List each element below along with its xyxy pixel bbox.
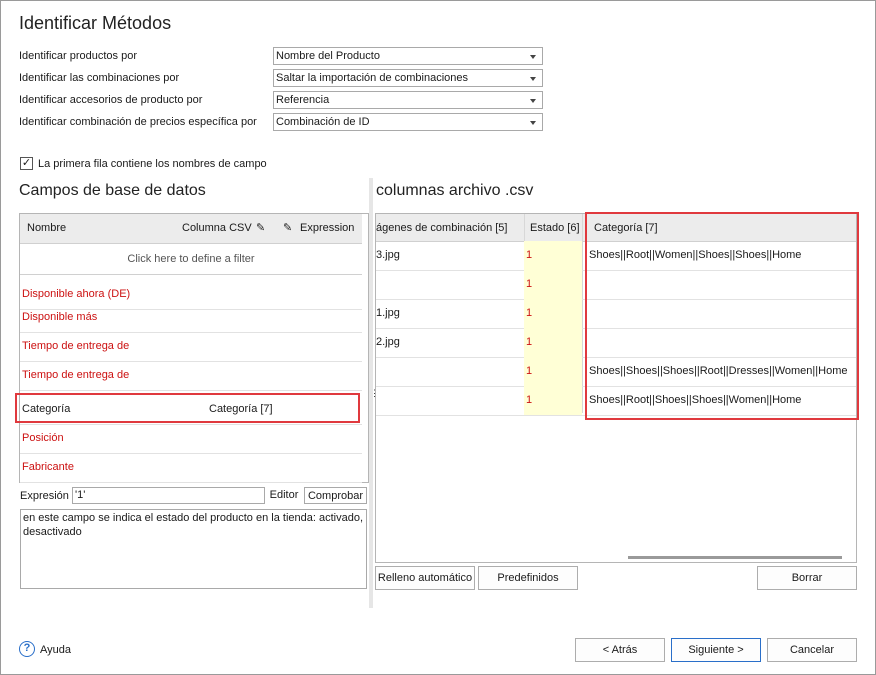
cell-estado: 1 [524, 386, 582, 415]
field-name: Tiempo de entrega de [22, 340, 130, 352]
page-title: Identificar Métodos [19, 13, 172, 33]
identify-accessories-label: Identificar accesorios de producto por [19, 94, 203, 106]
table-row[interactable]: Fabricante [20, 453, 362, 483]
expression-label: Expresión [20, 490, 69, 502]
column-header-name[interactable]: Nombre [27, 222, 66, 234]
table-row[interactable]: Tiempo de entrega de [20, 361, 362, 391]
next-button[interactable]: Siguiente > [671, 638, 761, 662]
splitter-grip-icon: ⋮ [370, 388, 379, 400]
checkmark-icon: ✓ [21, 157, 32, 169]
help-icon[interactable]: ? [19, 641, 35, 657]
filter-row[interactable]: Click here to define a filter [20, 244, 362, 275]
identify-products-label: Identificar productos por [19, 50, 138, 62]
description-textarea[interactable]: en este campo se indica el estado del pr… [20, 509, 367, 589]
field-name: Disponible ahora (DE) [22, 288, 131, 300]
identify-products-value: Nombre del Producto [276, 50, 380, 62]
csv-columns-title: columnas archivo .csv [376, 182, 534, 199]
identify-combinations-label: Identificar las combinaciones por [19, 72, 180, 84]
check-button[interactable]: Comprobar [304, 487, 367, 504]
column-header-estado[interactable]: Estado [6] [530, 222, 580, 234]
back-button[interactable]: < Atrás [575, 638, 665, 662]
identify-combinations-value: Saltar la importación de combinaciones [276, 72, 468, 84]
identify-specific-price-select[interactable]: Combinación de ID [273, 113, 543, 131]
identify-products-select[interactable]: Nombre del Producto [273, 47, 543, 65]
column-header-expression[interactable]: Expression [300, 222, 354, 234]
cell-estado: 1 [524, 270, 582, 299]
dropdown-arrow-icon [530, 55, 536, 59]
database-fields-title: Campos de base de datos [19, 182, 206, 199]
horizontal-scrollbar[interactable] [628, 556, 842, 559]
identify-specific-price-value: Combinación de ID [276, 116, 370, 128]
cell-estado: 1 [524, 328, 582, 357]
dropdown-arrow-icon [530, 99, 536, 103]
presets-button[interactable]: Predefinidos [478, 566, 578, 590]
identify-combinations-select[interactable]: Saltar la importación de combinaciones [273, 69, 543, 87]
column-header-csv[interactable]: Columna CSV [182, 222, 252, 234]
autofill-button[interactable]: Relleno automático [375, 566, 475, 590]
cell-estado: 1 [524, 299, 582, 328]
pencil-icon: ✎ [256, 222, 266, 234]
highlight-categoria-column [585, 212, 859, 420]
cancel-button[interactable]: Cancelar [767, 638, 857, 662]
cell-images: 3.jpg [376, 249, 400, 261]
highlight-categoria-row [15, 393, 360, 423]
field-name: Disponible más [22, 311, 98, 323]
dropdown-arrow-icon [530, 77, 536, 81]
database-fields-header: Nombre Columna CSV ✎ ✎ Expression [20, 214, 362, 244]
help-link[interactable]: Ayuda [40, 644, 71, 656]
cell-images: 2.jpg [376, 336, 400, 348]
cell-images: 1.jpg [376, 307, 400, 319]
cell-estado: 1 [524, 241, 582, 270]
identify-specific-price-label: Identificar combinación de precios espec… [19, 116, 257, 128]
table-row[interactable]: Tiempo de entrega de [20, 332, 362, 362]
expression-input[interactable]: '1' [72, 487, 265, 504]
first-row-header-checkbox[interactable]: ✓ [20, 157, 33, 170]
table-row[interactable]: Posición [20, 424, 362, 454]
editor-button[interactable]: Editor [266, 487, 302, 504]
dropdown-arrow-icon [530, 121, 536, 125]
table-row[interactable]: Disponible más [20, 303, 362, 333]
pencil-icon: ✎ [283, 222, 293, 234]
first-row-header-label: La primera fila contiene los nombres de … [38, 158, 267, 170]
identify-accessories-select[interactable]: Referencia [273, 91, 543, 109]
clear-button[interactable]: Borrar [757, 566, 857, 590]
field-name: Tiempo de entrega de [22, 369, 130, 381]
cell-estado: 1 [524, 357, 582, 386]
field-name: Fabricante [22, 461, 74, 473]
identify-accessories-value: Referencia [276, 94, 330, 106]
field-name: Posición [22, 432, 64, 444]
column-header-images[interactable]: ágenes de combinación [5] [376, 222, 507, 234]
